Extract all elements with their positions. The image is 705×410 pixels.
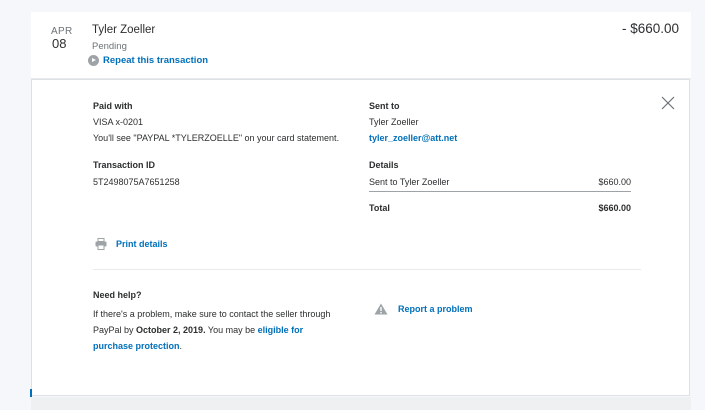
sent-to-label: Sent to: [369, 101, 400, 111]
report-problem-label: Report a problem: [398, 304, 473, 314]
help-text-part-2: You may be: [205, 325, 258, 335]
previous-transaction-row: [31, 0, 691, 12]
repeat-transaction-label: Repeat this transaction: [103, 55, 209, 66]
activity-page: APR 08 Tyler Zoeller Pending Repeat this…: [0, 0, 705, 410]
repeat-transaction-link[interactable]: Repeat this transaction: [88, 55, 208, 66]
printer-icon: [95, 238, 107, 250]
help-text: If there's a problem, make sure to conta…: [93, 306, 333, 354]
transaction-id-value: 5T2498075A7651258: [93, 177, 180, 187]
total-label: Total: [369, 203, 390, 213]
transaction-summary-row[interactable]: APR 08 Tyler Zoeller Pending Repeat this…: [31, 12, 691, 79]
statement-note: You'll see "PAYPAL *TYLERZOELLE" on your…: [93, 133, 340, 143]
transaction-day: 08: [52, 36, 67, 51]
recipient-name: Tyler Zoeller: [369, 117, 419, 127]
transaction-status: Pending: [92, 41, 127, 52]
report-problem-button[interactable]: Report a problem: [374, 303, 473, 315]
detail-line-amount: $660.00: [598, 177, 631, 187]
print-details-button[interactable]: Print details: [95, 238, 168, 250]
warning-icon: [374, 303, 388, 315]
details-divider: [369, 191, 631, 192]
card-info: VISA x-0201: [93, 117, 144, 127]
section-divider: [93, 269, 641, 270]
need-help-title: Need help?: [93, 290, 142, 300]
close-icon[interactable]: [661, 96, 675, 110]
detail-line-label: Sent to Tyler Zoeller: [369, 177, 450, 187]
paid-with-label: Paid with: [93, 101, 133, 111]
transaction-details-panel: Paid with VISA x-0201 You'll see "PAYPAL…: [31, 79, 690, 396]
recipient-email-link[interactable]: tyler_zoeller@att.net: [369, 133, 457, 143]
page-margin: [691, 0, 705, 410]
next-transaction-row[interactable]: [31, 397, 691, 410]
total-amount: $660.00: [598, 203, 631, 213]
scroll-indicator: [30, 389, 32, 397]
transaction-id-label: Transaction ID: [93, 160, 156, 170]
payee-name: Tyler Zoeller: [92, 24, 156, 36]
help-text-part-3: .: [179, 341, 183, 351]
transaction-amount: - $660.00: [621, 21, 679, 36]
repeat-icon: [88, 55, 99, 66]
print-details-label: Print details: [116, 239, 168, 249]
details-label: Details: [369, 160, 399, 170]
help-deadline: October 2, 2019.: [136, 325, 206, 335]
